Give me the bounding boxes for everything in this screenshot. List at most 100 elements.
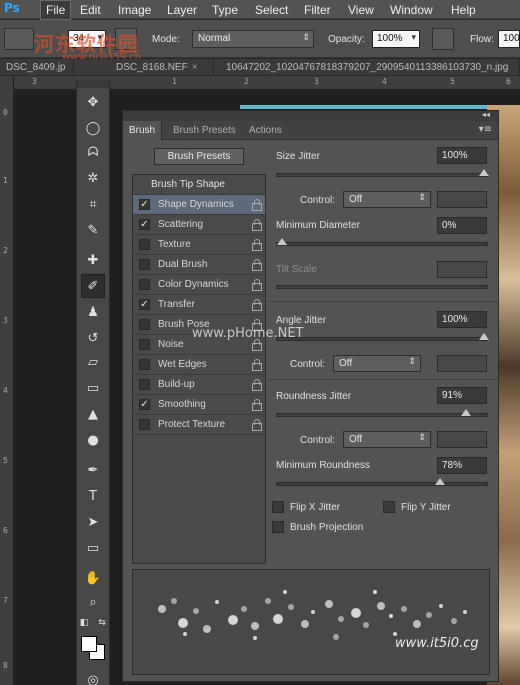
brush-setting-item[interactable]: Wet Edges <box>133 355 265 375</box>
brush-setting-item[interactable]: ✓ Smoothing <box>133 395 265 415</box>
zoom-tool-icon[interactable]: ⌕ <box>81 590 105 614</box>
minimum-diameter-field[interactable]: 0% <box>437 217 487 234</box>
brush-projection-checkbox[interactable] <box>272 521 284 533</box>
menu-select[interactable]: Select <box>251 2 292 18</box>
lock-icon[interactable] <box>251 319 262 331</box>
swap-colors-icon[interactable]: ⇆ <box>95 616 109 630</box>
menu-view[interactable]: View <box>344 2 378 18</box>
setting-checkbox[interactable] <box>139 279 150 290</box>
brush-setting-item[interactable]: Protect Texture <box>133 415 265 435</box>
healing-brush-tool-icon[interactable]: ✚ <box>81 248 105 272</box>
setting-checkbox[interactable] <box>139 419 150 430</box>
menu-layer[interactable]: Layer <box>163 2 201 18</box>
menu-help[interactable]: Help <box>447 2 480 18</box>
tab-brush[interactable]: Brush <box>123 121 163 140</box>
hand-tool-icon[interactable]: ✋ <box>81 566 105 590</box>
roundness-jitter-slider[interactable] <box>276 409 488 417</box>
angle-jitter-slider[interactable] <box>276 333 489 341</box>
setting-checkbox[interactable] <box>139 319 150 330</box>
menu-type[interactable]: Type <box>208 2 242 18</box>
history-brush-tool-icon[interactable]: ↺ <box>81 326 105 350</box>
brush-setting-item[interactable]: ✓ Transfer <box>133 295 265 315</box>
menu-image[interactable]: Image <box>114 2 155 18</box>
lock-icon[interactable] <box>251 199 262 211</box>
doc-tab-1[interactable]: DSC_8409.jp <box>0 59 74 76</box>
blur-tool-icon[interactable]: ▲ <box>81 402 105 426</box>
mode-dropdown[interactable]: Normal ⇕ <box>192 30 314 48</box>
lock-icon[interactable] <box>251 239 262 251</box>
minimum-roundness-slider[interactable] <box>276 478 488 486</box>
move-tool-icon[interactable]: ✥ <box>81 90 105 114</box>
panel-grip[interactable] <box>77 80 109 88</box>
pen-tool-icon[interactable]: ✒ <box>81 458 105 482</box>
angle-jitter-field[interactable]: 100% <box>437 311 487 328</box>
brush-tip-shape-item[interactable]: Brush Tip Shape <box>133 175 265 195</box>
rectangle-tool-icon[interactable]: ▭ <box>81 536 105 560</box>
eyedropper-tool-icon[interactable]: ✎ <box>81 218 105 242</box>
menu-filter[interactable]: Filter <box>300 2 335 18</box>
lock-icon[interactable] <box>251 419 262 431</box>
doc-tab-2[interactable]: DSC_8168.NEF × <box>110 59 214 76</box>
pressure-opacity-button[interactable] <box>432 28 454 50</box>
brush-size-field[interactable]: 34 ▾ <box>68 30 106 48</box>
doc-tab-3[interactable]: 10647202_10204767818379207_2909540113386… <box>220 59 520 76</box>
panel-menu-icon[interactable]: ▾≡ <box>479 124 492 135</box>
slider-thumb[interactable] <box>460 409 471 416</box>
brush-setting-item[interactable]: Dual Brush <box>133 255 265 275</box>
lock-icon[interactable] <box>251 399 262 411</box>
flow-field[interactable]: 100 <box>498 30 520 48</box>
panel-title-bar[interactable]: ◂◂ <box>123 110 498 121</box>
setting-checkbox[interactable]: ✓ <box>139 299 150 310</box>
lock-icon[interactable] <box>251 359 262 371</box>
setting-checkbox[interactable] <box>139 359 150 370</box>
setting-checkbox[interactable] <box>139 259 150 270</box>
minimum-diameter-slider[interactable] <box>276 238 488 246</box>
flip-y-jitter-checkbox[interactable] <box>383 501 395 513</box>
brush-setting-item[interactable]: ✓ Scattering <box>133 215 265 235</box>
default-colors-icon[interactable]: ◧ <box>77 616 91 630</box>
lock-icon[interactable] <box>251 279 262 291</box>
crop-tool-icon[interactable]: ⌗ <box>81 192 105 216</box>
collapse-icon[interactable]: ◂◂ <box>482 110 490 119</box>
lasso-tool-icon[interactable]: ᗣ <box>81 140 105 164</box>
brush-tool-preset-button[interactable] <box>4 28 34 50</box>
menu-edit[interactable]: Edit <box>76 2 105 18</box>
close-icon[interactable]: × <box>192 62 198 73</box>
opacity-field[interactable]: 100% ▾ <box>372 30 420 48</box>
brush-tool-icon[interactable]: ✐ <box>81 274 105 298</box>
setting-checkbox[interactable] <box>139 379 150 390</box>
menu-window[interactable]: Window <box>386 2 437 18</box>
slider-thumb[interactable] <box>479 333 489 340</box>
brush-presets-button[interactable]: Brush Presets <box>154 148 244 165</box>
marquee-tool-icon[interactable]: ◯ <box>81 116 105 140</box>
foreground-color-swatch[interactable] <box>81 636 97 652</box>
setting-checkbox[interactable]: ✓ <box>139 199 150 210</box>
roundness-control-dropdown[interactable]: Off ⇕ <box>343 431 431 448</box>
slider-thumb[interactable] <box>434 478 445 485</box>
lock-icon[interactable] <box>251 339 262 351</box>
setting-checkbox[interactable] <box>139 239 150 250</box>
tab-actions[interactable]: Actions <box>243 121 288 140</box>
minimum-roundness-field[interactable]: 78% <box>437 457 487 474</box>
setting-checkbox[interactable]: ✓ <box>139 219 150 230</box>
brush-setting-item[interactable]: Texture <box>133 235 265 255</box>
brush-setting-item[interactable]: ✓ Shape Dynamics <box>133 195 265 215</box>
lock-icon[interactable] <box>251 219 262 231</box>
brush-setting-item[interactable]: Brush Pose <box>133 315 265 335</box>
dodge-tool-icon[interactable]: ● <box>81 428 105 452</box>
size-jitter-slider[interactable] <box>276 169 489 177</box>
gradient-tool-icon[interactable]: ▭ <box>81 376 105 400</box>
brush-setting-item[interactable]: Build-up <box>133 375 265 395</box>
brush-panel-toggle-button[interactable] <box>115 28 137 50</box>
type-tool-icon[interactable]: T <box>81 484 105 508</box>
menu-file[interactable]: File <box>40 0 72 20</box>
size-jitter-field[interactable]: 100% <box>437 147 487 164</box>
size-control-dropdown[interactable]: Off ⇕ <box>343 191 431 208</box>
brush-setting-item[interactable]: Color Dynamics <box>133 275 265 295</box>
roundness-jitter-field[interactable]: 91% <box>437 387 487 404</box>
brush-setting-item[interactable]: Noise <box>133 335 265 355</box>
angle-control-dropdown[interactable]: Off ⇕ <box>333 355 421 372</box>
lock-icon[interactable] <box>251 379 262 391</box>
eraser-tool-icon[interactable]: ▱ <box>81 350 105 374</box>
tab-brush-presets[interactable]: Brush Presets <box>167 121 242 140</box>
